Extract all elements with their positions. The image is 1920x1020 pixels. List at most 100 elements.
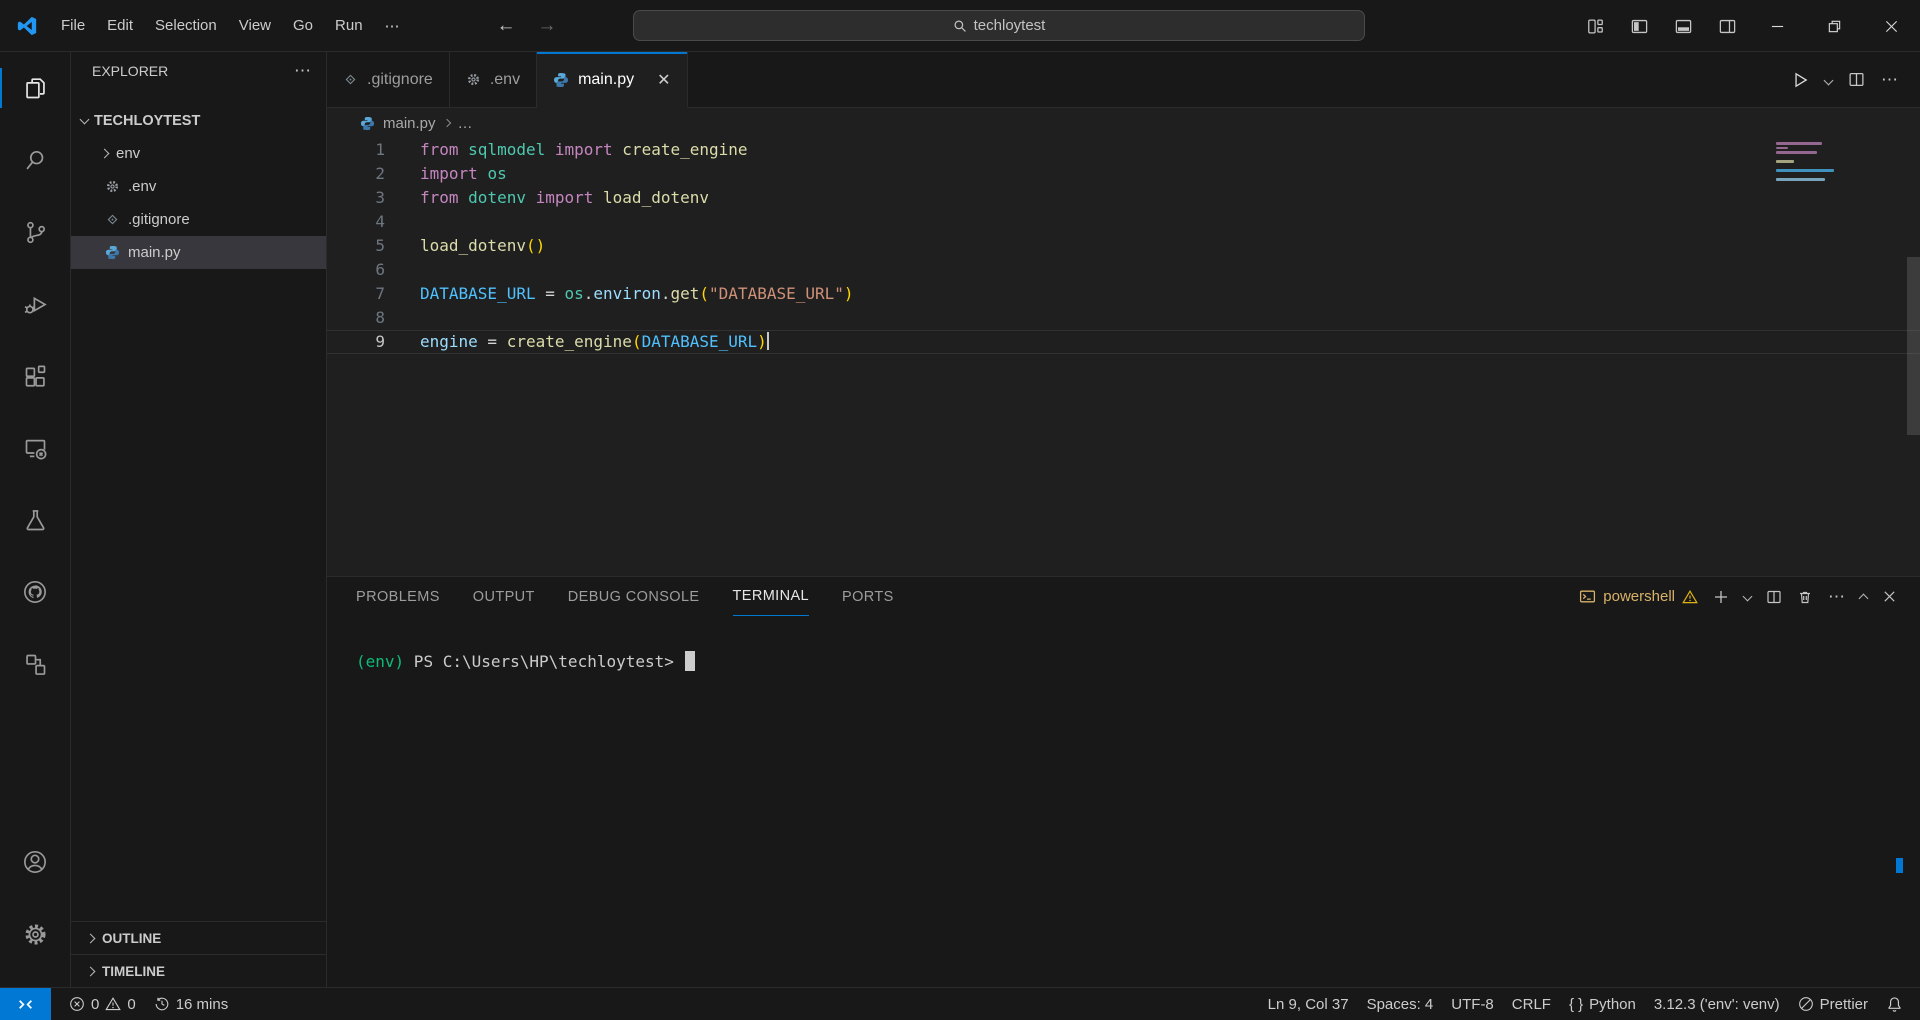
tab-env[interactable]: .env (450, 52, 537, 107)
notifications-bell[interactable] (1877, 996, 1912, 1013)
search-view-icon[interactable] (0, 132, 70, 188)
toggle-panel-icon[interactable] (1661, 0, 1705, 52)
language-mode-status[interactable]: { } Python (1560, 996, 1645, 1013)
line-number: 9 (327, 331, 385, 353)
menu-view[interactable]: View (228, 11, 282, 40)
tree-item-dotenv[interactable]: .env (71, 170, 326, 203)
tree-item-env-folder[interactable]: env (71, 137, 326, 170)
code-line-3[interactable]: 3from dotenv import load_dotenv (327, 186, 1920, 210)
terminal-content[interactable]: (env) PS C:\Users\HP\techloytest> (327, 616, 1920, 987)
indentation-status[interactable]: Spaces: 4 (1358, 996, 1443, 1013)
minimap[interactable] (1776, 142, 1838, 183)
menu-edit[interactable]: Edit (96, 11, 144, 40)
run-and-debug-icon[interactable] (0, 276, 70, 332)
panel-tab-terminal[interactable]: TERMINAL (733, 577, 810, 616)
python-interpreter-status[interactable]: 3.12.3 ('env': venv) (1645, 996, 1789, 1013)
warning-icon (1682, 589, 1698, 605)
run-dropdown-chevron-icon[interactable] (1824, 76, 1834, 86)
tree-item-gitignore[interactable]: .gitignore (71, 203, 326, 236)
breadcrumb-file[interactable]: main.py (383, 115, 436, 132)
panel-tab-problems[interactable]: PROBLEMS (356, 577, 440, 616)
timer-status[interactable]: 16 mins (145, 996, 238, 1013)
eol-status[interactable]: CRLF (1503, 996, 1560, 1013)
nav-back-icon[interactable]: ← (497, 15, 516, 37)
remote-indicator[interactable] (0, 988, 51, 1020)
search-icon (953, 19, 967, 33)
menu-selection[interactable]: Selection (144, 11, 228, 40)
explorer-more-icon[interactable]: ⋯ (294, 61, 312, 81)
code-line-4[interactable]: 4 (327, 210, 1920, 234)
line-number: 7 (327, 282, 385, 306)
outline-section[interactable]: OUTLINE (71, 921, 326, 954)
split-terminal-icon[interactable] (1766, 589, 1782, 605)
close-tab-icon[interactable]: ✕ (657, 70, 670, 90)
code-line-9[interactable]: 9engine = create_engine(DATABASE_URL) (327, 330, 1920, 354)
formatter-status[interactable]: Prettier (1789, 996, 1877, 1013)
git-file-icon (343, 72, 358, 87)
cursor-position-status[interactable]: Ln 9, Col 37 (1259, 996, 1358, 1013)
outline-label: OUTLINE (102, 931, 161, 946)
custom-extension-view-icon[interactable] (0, 636, 70, 692)
new-terminal-icon[interactable] (1713, 589, 1729, 605)
split-editor-icon[interactable] (1848, 71, 1865, 88)
python-file-icon (360, 116, 375, 131)
breadcrumb[interactable]: main.py … (327, 108, 1920, 138)
close-panel-icon[interactable] (1882, 589, 1897, 604)
nav-forward-icon[interactable]: → (538, 15, 557, 37)
testing-icon[interactable] (0, 492, 70, 548)
code-line-8[interactable]: 8 (327, 306, 1920, 330)
extensions-icon[interactable] (0, 348, 70, 404)
panel-more-icon[interactable]: ⋯ (1828, 587, 1845, 607)
run-python-file-icon[interactable] (1791, 71, 1809, 89)
menu-more-icon[interactable]: ⋯ (374, 11, 411, 41)
restore-icon[interactable] (1806, 0, 1863, 52)
shell-label: powershell (1603, 588, 1675, 605)
menu-file[interactable]: File (50, 11, 96, 40)
panel-header: PROBLEMS OUTPUT DEBUG CONSOLE TERMINAL P… (327, 577, 1920, 616)
tab-mainpy[interactable]: main.py ✕ (537, 52, 687, 108)
code-line-7[interactable]: 7DATABASE_URL = os.environ.get("DATABASE… (327, 282, 1920, 306)
encoding-status[interactable]: UTF-8 (1442, 996, 1503, 1013)
tree-root-techloytest[interactable]: TECHLOYTEST (71, 104, 326, 137)
editor-scrollbar[interactable] (1907, 257, 1920, 435)
code-line-1[interactable]: 1from sqlmodel import create_engine (327, 138, 1920, 162)
customize-layout-icon[interactable] (1573, 0, 1617, 52)
code-line-6[interactable]: 6 (327, 258, 1920, 282)
accounts-icon[interactable] (0, 834, 70, 890)
error-icon (69, 996, 85, 1012)
menu-run[interactable]: Run (324, 11, 374, 40)
explorer-title: EXPLORER (92, 63, 168, 79)
line-number: 6 (327, 258, 385, 282)
minimize-icon[interactable] (1749, 0, 1806, 52)
line-number: 2 (327, 162, 385, 186)
explorer-icon[interactable] (0, 60, 70, 116)
breadcrumb-symbols[interactable]: … (458, 115, 473, 132)
maximize-panel-chevron-icon[interactable] (1859, 594, 1869, 604)
terminal-shell-entry[interactable]: powershell (1579, 588, 1698, 605)
code-editor[interactable]: 1from sqlmodel import create_engine2impo… (327, 138, 1920, 576)
terminal-profile-chevron-icon[interactable] (1743, 592, 1753, 602)
python-file-icon (553, 72, 569, 88)
panel-tab-debug-console[interactable]: DEBUG CONSOLE (568, 577, 700, 616)
remote-explorer-icon[interactable] (0, 420, 70, 476)
command-center-search[interactable]: techloytest (633, 10, 1365, 41)
tab-gitignore[interactable]: .gitignore (327, 52, 450, 107)
code-line-2[interactable]: 2import os (327, 162, 1920, 186)
gear-file-icon (466, 72, 481, 87)
source-control-icon[interactable] (0, 204, 70, 260)
menu-go[interactable]: Go (282, 11, 324, 40)
github-icon[interactable] (0, 564, 70, 620)
problems-status[interactable]: 0 0 (60, 996, 145, 1013)
kill-terminal-trash-icon[interactable] (1797, 589, 1813, 605)
toggle-secondary-sidebar-icon[interactable] (1705, 0, 1749, 52)
editor-more-icon[interactable]: ⋯ (1881, 70, 1898, 90)
code-line-5[interactable]: 5load_dotenv() (327, 234, 1920, 258)
timeline-section[interactable]: TIMELINE (71, 954, 326, 987)
panel-tab-ports[interactable]: PORTS (842, 577, 894, 616)
settings-gear-icon[interactable] (0, 906, 70, 962)
tree-item-mainpy[interactable]: main.py (71, 236, 326, 269)
toggle-sidebar-icon[interactable] (1617, 0, 1661, 52)
panel-tab-output[interactable]: OUTPUT (473, 577, 535, 616)
close-window-icon[interactable] (1863, 0, 1920, 52)
terminal-cursor (685, 651, 695, 671)
